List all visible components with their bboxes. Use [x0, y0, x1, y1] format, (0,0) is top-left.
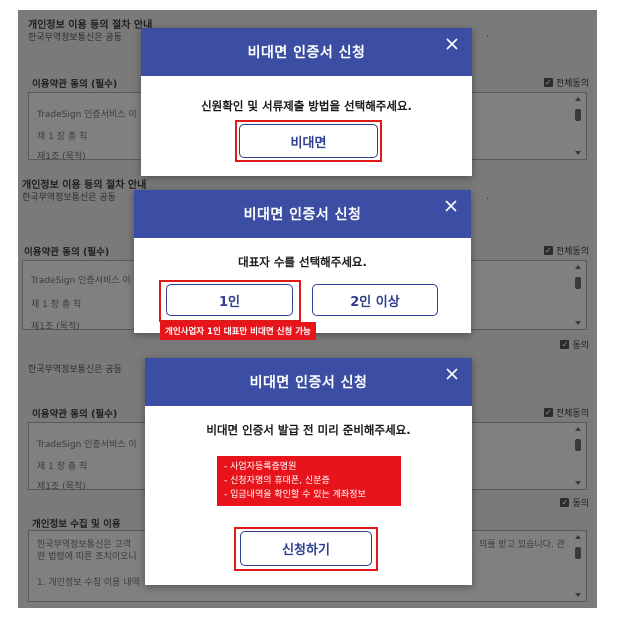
- checkbox-icon: ✓: [543, 78, 553, 87]
- bg-box-line: TradeSign 인증서비스 이: [37, 110, 137, 120]
- bg-box-line: 1. 개인정보 수집 이용 내역: [37, 578, 140, 588]
- checkbox-icon: ✓: [543, 246, 553, 255]
- bg-agree-label: 동의: [572, 499, 589, 509]
- bg-section-subtitle-tail: .: [486, 30, 489, 40]
- screenshot-canvas: 개인정보 이용 등의 절차 안내 한국무역정보통신은 공동 . 이용약관 동의 …: [0, 0, 617, 627]
- modal-header: 비대면 인증서 신청: [141, 28, 472, 76]
- bg-box-line: TradeSign 인증서비스 이: [31, 276, 131, 286]
- bg-box-line: 련 법령에 따른 조치이오니: [37, 552, 137, 562]
- bg-box-line: TradeSign 인증서비스 이: [37, 440, 137, 450]
- bg-box-line: 제 1 장 총 칙: [31, 300, 82, 310]
- two-or-more-button[interactable]: 2인 이상: [312, 284, 438, 316]
- apply-button[interactable]: 신청하기: [240, 531, 372, 566]
- requirement-item: - 사업자등록증명원: [224, 462, 297, 472]
- bg-section-subtitle: 한국무역정보통신은 공동: [28, 33, 122, 43]
- requirement-item: - 입금내역을 확인할 수 있는 계좌정보: [224, 490, 366, 500]
- bg-box-line: 제1조 (목적): [31, 322, 80, 332]
- bg-scrollbar[interactable]: [574, 427, 582, 485]
- bg-box-line: 의를 받고 있습니다. 관: [479, 540, 565, 550]
- close-icon[interactable]: [444, 366, 460, 382]
- restriction-note: 개인사업자 1인 대표만 비대면 신청 가능: [160, 322, 316, 340]
- bg-section-title: 개인정보 이용 등의 절차 안내: [22, 180, 147, 191]
- bg-select-all-label: 전체동의: [555, 409, 589, 419]
- bg-agree[interactable]: ✓ 동의: [560, 496, 589, 509]
- modal-preparation: 비대면 인증서 신청 비대면 인증서 발급 전 미리 준비해주세요. - 사업자…: [145, 358, 472, 585]
- bg-scrollbar[interactable]: [574, 535, 582, 597]
- modal-message: 비대면 인증서 발급 전 미리 준비해주세요.: [206, 423, 411, 437]
- modal-title: 비대면 인증서 신청: [247, 45, 366, 61]
- bg-box-line: 제 1 장 총 칙: [37, 462, 88, 472]
- one-person-button[interactable]: 1인: [166, 284, 293, 316]
- bg-collect-title: 개인정보 수집 및 이용: [32, 519, 121, 530]
- modal-message: 대표자 수를 선택해주세요.: [238, 255, 367, 269]
- close-icon[interactable]: [444, 36, 460, 52]
- modal-title: 비대면 인증서 신청: [243, 207, 362, 223]
- requirements-list: - 사업자등록증명원 - 신청자명의 휴대폰, 신분증 - 입금내역을 확인할 …: [217, 456, 401, 506]
- bg-section-subtitle-tail: .: [486, 192, 489, 202]
- bg-section-title: 개인정보 이용 등의 절차 안내: [28, 20, 153, 31]
- bg-scrollbar[interactable]: [574, 265, 582, 325]
- bg-terms-label: 이용약관 동의 (필수): [32, 409, 118, 420]
- modal-header: 비대면 인증서 신청: [145, 358, 472, 406]
- modal-representative-count: 비대면 인증서 신청 대표자 수를 선택해주세요. 1인 2인 이상 개인사업자…: [134, 190, 471, 340]
- bg-select-all[interactable]: ✓ 전체동의: [543, 76, 589, 89]
- bg-box-line: 제 1 장 총 칙: [37, 132, 88, 142]
- close-icon[interactable]: [443, 198, 459, 214]
- checkbox-icon: ✓: [543, 408, 553, 417]
- bg-section-subtitle: 한국무역정보통신은 공동: [22, 193, 116, 203]
- bg-select-all[interactable]: ✓ 전체동의: [543, 244, 589, 257]
- bg-box-line: 제1조 (목적): [37, 152, 86, 162]
- requirement-item: - 신청자명의 휴대폰, 신분증: [224, 476, 330, 486]
- bg-box-line: 제1조 (목적): [37, 482, 86, 492]
- modal-title: 비대면 인증서 신청: [249, 375, 368, 391]
- checkbox-icon: ✓: [560, 340, 570, 349]
- modal-header: 비대면 인증서 신청: [134, 190, 471, 238]
- modal-method: 비대면 인증서 신청 신원확인 및 서류제출 방법을 선택해주세요. 비대면: [141, 28, 472, 176]
- modal-message: 신원확인 및 서류제출 방법을 선택해주세요.: [201, 99, 412, 113]
- bg-terms-label: 이용약관 동의 (필수): [24, 247, 110, 258]
- bg-scrollbar[interactable]: [574, 97, 582, 155]
- bg-select-all[interactable]: ✓ 전체동의: [543, 406, 589, 419]
- non-face-to-face-button[interactable]: 비대면: [239, 124, 378, 158]
- bg-select-all-label: 전체동의: [555, 79, 589, 89]
- bg-section-subtitle: 한국무역정보통신은 공동: [28, 365, 122, 375]
- bg-terms-label: 이용약관 동의 (필수): [32, 79, 118, 90]
- bg-select-all-label: 전체동의: [555, 247, 589, 257]
- checkbox-icon: ✓: [560, 498, 570, 507]
